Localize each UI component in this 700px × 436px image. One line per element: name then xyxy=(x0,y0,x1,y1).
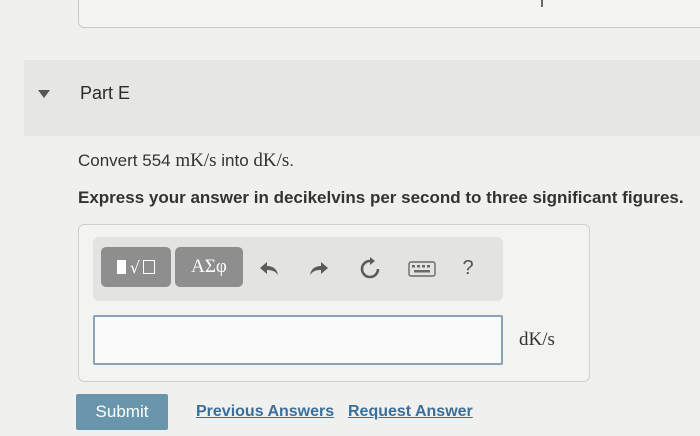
answer-box: √ ΑΣφ ? dK/s xyxy=(78,224,590,382)
previous-part-card xyxy=(78,0,700,28)
to-unit: dK/s xyxy=(253,150,290,171)
from-unit: mK/s xyxy=(175,150,217,171)
instruction-text: Express your answer in decikelvins per s… xyxy=(78,188,684,207)
question-suffix: . xyxy=(289,151,295,170)
chevron-down-icon[interactable] xyxy=(38,90,50,98)
math-toolbar: √ ΑΣφ ? xyxy=(93,237,503,301)
answer-input[interactable] xyxy=(93,315,503,365)
scroll-tick xyxy=(541,0,543,7)
radical-icon: √ xyxy=(129,257,141,277)
question-text: Convert 554 mK/s into dK/s. xyxy=(78,150,294,172)
previous-answers-link[interactable]: Previous Answers xyxy=(196,403,334,421)
template-box-icon xyxy=(143,260,156,274)
template-block-icon xyxy=(116,260,126,274)
redo-icon[interactable] xyxy=(307,257,331,281)
part-header[interactable]: Part E xyxy=(24,60,700,136)
part-title: Part E xyxy=(80,83,131,103)
keyboard-icon[interactable] xyxy=(407,257,437,281)
submit-button[interactable]: Submit xyxy=(76,394,168,430)
help-icon[interactable]: ? xyxy=(458,256,478,280)
question-prefix: Convert 554 xyxy=(78,151,176,170)
question-middle: into xyxy=(216,151,254,170)
reset-icon[interactable] xyxy=(357,257,383,281)
symbols-button[interactable]: ΑΣφ xyxy=(175,247,243,287)
undo-icon[interactable] xyxy=(257,257,281,281)
request-answer-link[interactable]: Request Answer xyxy=(348,403,473,421)
answer-unit: dK/s xyxy=(519,329,555,350)
templates-button[interactable]: √ xyxy=(101,247,171,287)
